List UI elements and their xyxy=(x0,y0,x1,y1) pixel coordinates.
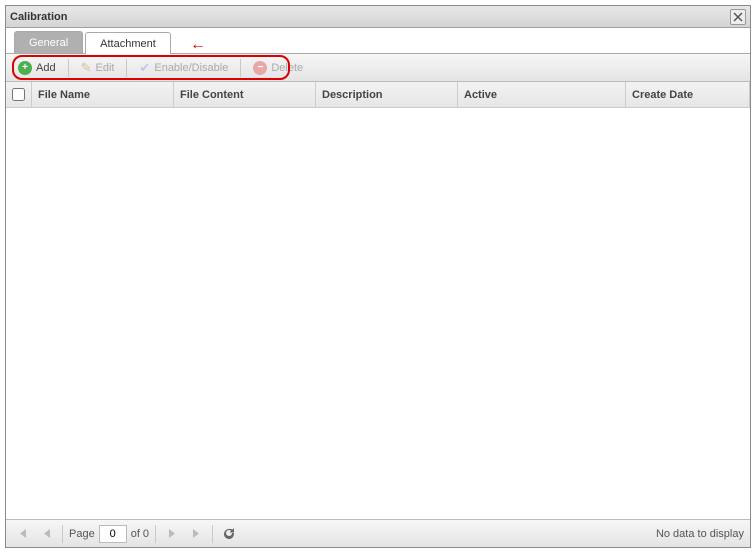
refresh-icon xyxy=(222,527,236,541)
window-title: Calibration xyxy=(10,11,67,23)
enable-disable-button[interactable]: ✔ Enable/Disable xyxy=(133,58,234,78)
first-page-icon xyxy=(17,528,28,539)
separator xyxy=(155,525,156,543)
pencil-icon: ✎ xyxy=(81,60,92,76)
add-button[interactable]: + Add xyxy=(12,59,62,77)
titlebar: Calibration xyxy=(6,6,750,28)
prev-page-icon xyxy=(42,528,51,539)
select-all-checkbox[interactable] xyxy=(12,88,25,101)
grid-body xyxy=(6,108,750,519)
annotation-arrow: ← xyxy=(190,36,206,54)
column-file-name[interactable]: File Name xyxy=(32,82,174,107)
toolbar: + Add ✎ Edit ✔ Enable/Disable − Delete xyxy=(6,54,750,82)
page-label: Page xyxy=(69,528,95,540)
first-page-button[interactable] xyxy=(12,524,32,544)
tab-strip: General Attachment ← xyxy=(6,28,750,54)
pager-status: No data to display xyxy=(656,528,744,540)
edit-button[interactable]: ✎ Edit xyxy=(75,58,121,78)
column-checkbox xyxy=(6,82,32,107)
add-icon: + xyxy=(18,61,32,75)
separator xyxy=(68,59,69,77)
separator xyxy=(126,59,127,77)
column-active[interactable]: Active xyxy=(458,82,626,107)
column-description[interactable]: Description xyxy=(316,82,458,107)
last-page-button[interactable] xyxy=(186,524,206,544)
tab-attachment[interactable]: Attachment xyxy=(85,32,171,54)
refresh-button[interactable] xyxy=(219,524,239,544)
calibration-window: Calibration General Attachment ← + Add ✎… xyxy=(5,5,751,548)
close-button[interactable] xyxy=(730,9,746,25)
next-page-icon xyxy=(168,528,177,539)
separator xyxy=(62,525,63,543)
last-page-icon xyxy=(191,528,202,539)
check-icon: ✔ xyxy=(139,60,150,76)
page-of-label: of 0 xyxy=(131,528,149,540)
tab-general[interactable]: General xyxy=(14,31,83,53)
separator xyxy=(212,525,213,543)
column-file-content[interactable]: File Content xyxy=(174,82,316,107)
pager: Page of 0 No data to display xyxy=(6,519,750,547)
delete-button[interactable]: − Delete xyxy=(247,59,309,77)
prev-page-button[interactable] xyxy=(36,524,56,544)
delete-icon: − xyxy=(253,61,267,75)
close-icon xyxy=(733,12,743,22)
grid-header: File Name File Content Description Activ… xyxy=(6,82,750,108)
column-create-date[interactable]: Create Date xyxy=(626,82,750,107)
page-input[interactable] xyxy=(99,525,127,543)
next-page-button[interactable] xyxy=(162,524,182,544)
separator xyxy=(240,59,241,77)
